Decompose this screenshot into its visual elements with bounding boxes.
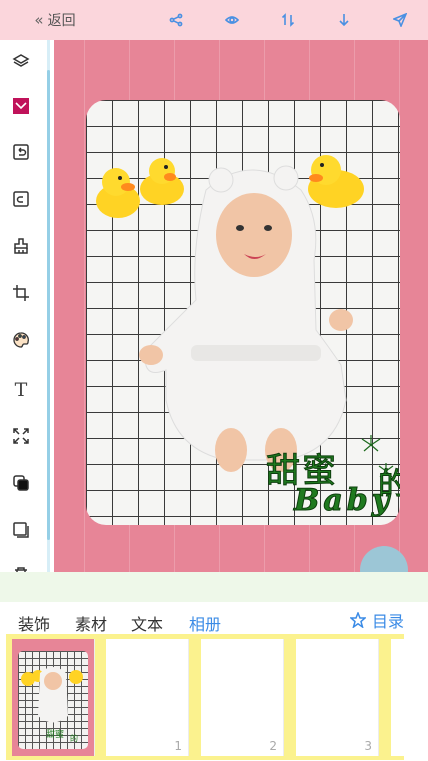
text-tool-icon[interactable]: T xyxy=(6,375,36,405)
crop-icon[interactable] xyxy=(6,278,36,308)
background-icon[interactable] xyxy=(6,91,36,121)
top-toolbar xyxy=(166,0,410,40)
page-number: 2 xyxy=(269,739,277,753)
delete-icon[interactable] xyxy=(6,560,36,572)
page-thumbnail-1[interactable]: 1 xyxy=(106,639,189,756)
svg-text:甜蜜: 甜蜜 xyxy=(46,728,64,740)
arrow-down-icon[interactable] xyxy=(334,10,354,30)
redo-icon[interactable] xyxy=(6,184,36,214)
layers-icon[interactable] xyxy=(6,46,36,76)
catalog-label: 目录 xyxy=(371,612,404,631)
tab-decoration[interactable]: 装饰 xyxy=(18,611,50,635)
double-chevron-left-icon: « xyxy=(34,11,43,29)
baby-figure xyxy=(139,165,353,472)
page-thumbnails: 甜蜜 的 1 2 3 xyxy=(6,634,404,760)
baby-photo[interactable]: 甜蜜 的 Baby xyxy=(86,100,400,525)
bottom-tabs: 装饰 素材 文本 相册 目录 xyxy=(0,602,428,636)
copy-icon[interactable] xyxy=(6,468,36,498)
duplicate-icon[interactable] xyxy=(6,515,36,545)
back-label: 返回 xyxy=(47,13,76,29)
send-icon[interactable] xyxy=(390,10,410,30)
tab-album[interactable]: 相册 xyxy=(189,611,221,635)
tab-text[interactable]: 文本 xyxy=(131,611,163,635)
top-bar: « 返回 xyxy=(0,0,428,40)
catalog-button[interactable]: 目录 xyxy=(349,608,404,632)
tab-material[interactable]: 素材 xyxy=(75,611,107,635)
page-thumbnail-4[interactable] xyxy=(391,639,404,756)
sweet-baby-sticker[interactable]: 甜蜜 的 Baby xyxy=(266,435,400,525)
page-number: 1 xyxy=(174,739,182,753)
svg-text:的: 的 xyxy=(70,733,78,743)
brush-icon[interactable] xyxy=(6,231,36,261)
design-canvas[interactable]: 甜蜜 的 Baby xyxy=(54,40,428,572)
page-thumbnail-cover[interactable]: 甜蜜 的 xyxy=(12,639,95,756)
expand-icon[interactable] xyxy=(6,421,36,451)
swap-vertical-icon[interactable] xyxy=(278,10,298,30)
eye-icon[interactable] xyxy=(222,10,242,30)
undo-icon[interactable] xyxy=(6,137,36,167)
page-number: 3 xyxy=(364,739,372,753)
page-thumbnail-2[interactable]: 2 xyxy=(201,639,284,756)
panel-separator xyxy=(0,572,428,602)
page-thumbnail-3[interactable]: 3 xyxy=(296,639,379,756)
star-icon xyxy=(349,612,366,628)
back-button[interactable]: « 返回 xyxy=(10,4,100,36)
toolbar-scrollbar[interactable] xyxy=(47,70,50,540)
left-toolbar: T xyxy=(0,40,54,572)
cover-thumbnail-image: 甜蜜 的 xyxy=(18,651,88,749)
share-icon[interactable] xyxy=(166,10,186,30)
sticker-text-baby: Baby xyxy=(293,483,394,519)
rubber-duck-1 xyxy=(96,168,140,218)
palette-icon[interactable] xyxy=(6,325,36,355)
